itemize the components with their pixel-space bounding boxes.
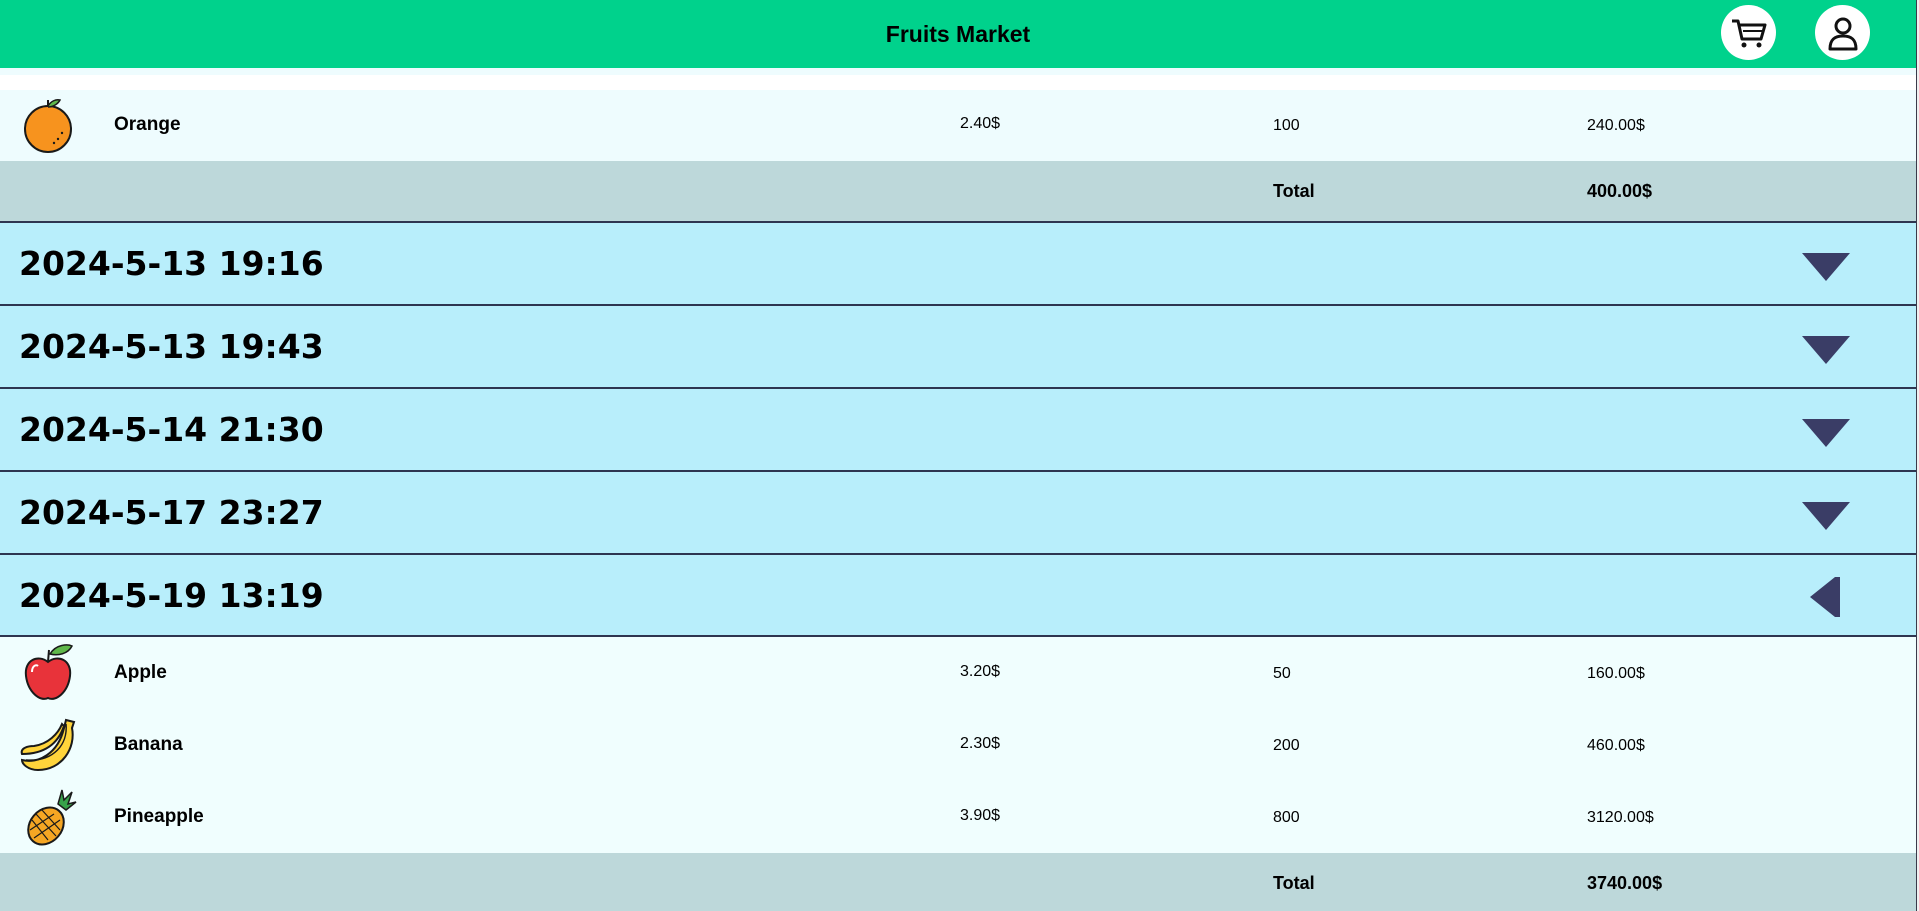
order-header[interactable]: 2024-5-17 23:27 — [0, 470, 1916, 553]
item-subtotal: 460.00$ — [1587, 737, 1645, 754]
total-value: 400.00$ — [1587, 181, 1653, 201]
item-name: Orange — [114, 114, 181, 135]
pineapple-icon — [18, 786, 78, 846]
item-subtotal: 3120.00$ — [1587, 809, 1654, 826]
order-header-expanded[interactable]: 2024-5-19 13:19 — [0, 553, 1916, 636]
item-subtotal: 160.00$ — [1587, 665, 1645, 682]
list-item: Banana 2.30$ 200 460.00$ — [0, 709, 1916, 781]
total-value: 3740.00$ — [1587, 873, 1663, 893]
expand-arrow-icon[interactable] — [1800, 494, 1852, 534]
item-quantity: 200 — [1273, 737, 1300, 754]
item-subtotal: 240.00$ — [1587, 117, 1645, 134]
list-item: Pineapple 3.90$ 800 3120.00$ — [0, 781, 1916, 853]
item-price: 2.40$ — [960, 115, 1001, 132]
total-label: Total — [1273, 181, 1315, 201]
app-header: Fruits Market — [0, 0, 1916, 68]
app-window: Orange 2.40$ 100 240.00$ Total 400.00$ 2… — [0, 0, 1919, 911]
total-label: Total — [1273, 873, 1315, 893]
collapse-arrow-icon[interactable] — [1800, 573, 1852, 621]
order-date: 2024-5-13 19:43 — [19, 327, 324, 366]
order-date: 2024-5-19 13:19 — [19, 576, 324, 615]
expand-arrow-icon[interactable] — [1800, 328, 1852, 368]
item-price: 2.30$ — [960, 735, 1001, 752]
apple-icon — [18, 642, 78, 702]
item-price: 3.20$ — [960, 663, 1001, 680]
expand-arrow-icon[interactable] — [1800, 411, 1852, 451]
page-title: Fruits Market — [885, 21, 1031, 47]
user-icon — [1828, 17, 1857, 50]
cart-button[interactable] — [1721, 5, 1776, 60]
profile-button[interactable] — [1815, 5, 1870, 60]
order-header[interactable]: 2024-5-13 19:16 — [0, 221, 1916, 304]
order-header[interactable]: 2024-5-14 21:30 — [0, 387, 1916, 470]
order-total-row: Total 3740.00$ — [0, 853, 1916, 911]
list-item: Orange 2.40$ 100 240.00$ — [0, 90, 1916, 161]
list-item: Apple 3.20$ 50 160.00$ — [0, 637, 1916, 709]
item-quantity: 100 — [1273, 117, 1300, 134]
cart-icon — [1731, 19, 1766, 47]
item-quantity: 50 — [1273, 665, 1291, 682]
item-price: 3.90$ — [960, 807, 1001, 824]
item-name: Pineapple — [114, 806, 204, 827]
order-total-row: Total 400.00$ — [0, 161, 1916, 223]
expand-arrow-icon[interactable] — [1800, 245, 1852, 285]
order-date: 2024-5-14 21:30 — [19, 410, 324, 449]
banana-icon — [18, 714, 78, 774]
item-name: Banana — [114, 734, 183, 755]
order-header[interactable]: 2024-5-13 19:43 — [0, 304, 1916, 387]
item-name: Apple — [114, 662, 167, 683]
item-quantity: 800 — [1273, 809, 1300, 826]
order-date: 2024-5-13 19:16 — [19, 244, 324, 283]
order-history-list: Orange 2.40$ 100 240.00$ Total 400.00$ 2… — [0, 0, 1916, 911]
orange-icon — [18, 95, 78, 155]
order-date: 2024-5-17 23:27 — [19, 493, 324, 532]
